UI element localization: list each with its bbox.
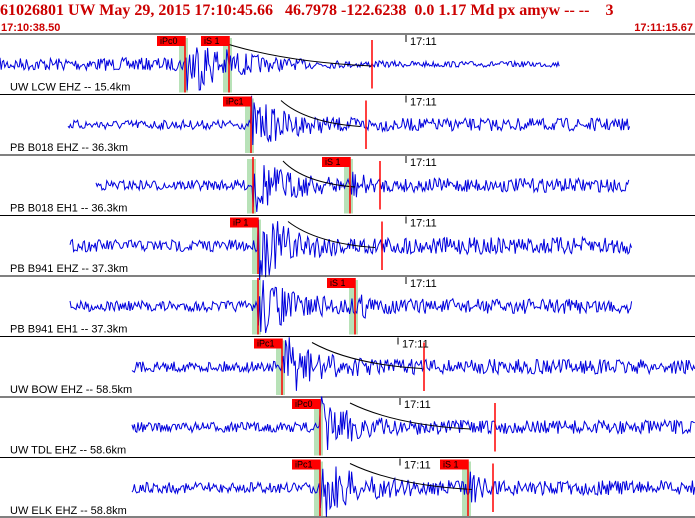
pick-label: iS 1: [204, 36, 220, 46]
seismogram-plot: iPc0 iS 1 17:11 UW LCW EHZ -- 15.4km iPc1 17:…: [0, 33, 695, 518]
pick-label: iPc0: [160, 36, 178, 46]
waveform-trace: [69, 219, 633, 282]
station-label: PB B941 EH1 -- 37.3km: [10, 324, 127, 336]
minute-label: 17:11: [410, 97, 437, 109]
station-label: PB B018 EHZ -- 36.3km: [10, 142, 128, 154]
pick-label: iPc0: [295, 399, 313, 409]
pick-label: iPc1: [226, 97, 244, 107]
pick-label: iPc1: [257, 339, 275, 349]
station-label: PB B941 EHZ -- 37.3km: [10, 263, 128, 275]
waveform-trace: [67, 95, 631, 146]
pick-label: iPc1: [295, 460, 313, 470]
waveform-trace: [131, 466, 695, 518]
waveform-trace: [95, 165, 630, 213]
minute-label: 17:11: [410, 278, 437, 290]
pick-window: [314, 401, 323, 456]
pick-label: iS 1: [325, 157, 341, 167]
pick-window: [349, 280, 358, 335]
station-label: UW ELK EHZ -- 58.8km: [10, 505, 127, 517]
station-label: UW LCW EHZ -- 15.4km: [10, 82, 130, 94]
pick-label: iS 1: [330, 278, 346, 288]
station-label: UW TDL EHZ -- 58.6km: [10, 445, 126, 457]
minute-label: 17:11: [410, 218, 437, 230]
minute-label: 17:11: [410, 36, 437, 48]
minute-label: 17:11: [404, 460, 431, 472]
pick-label: iP 1: [233, 218, 248, 228]
minute-label: 17:11: [410, 157, 437, 169]
minute-label: 17:11: [402, 339, 429, 351]
minute-label: 17:11: [404, 399, 431, 411]
station-label: PB B018 EH1 -- 36.3km: [10, 203, 127, 215]
station-label: UW BOW EHZ -- 58.5km: [10, 384, 132, 396]
pick-label: iS 1: [443, 460, 459, 470]
